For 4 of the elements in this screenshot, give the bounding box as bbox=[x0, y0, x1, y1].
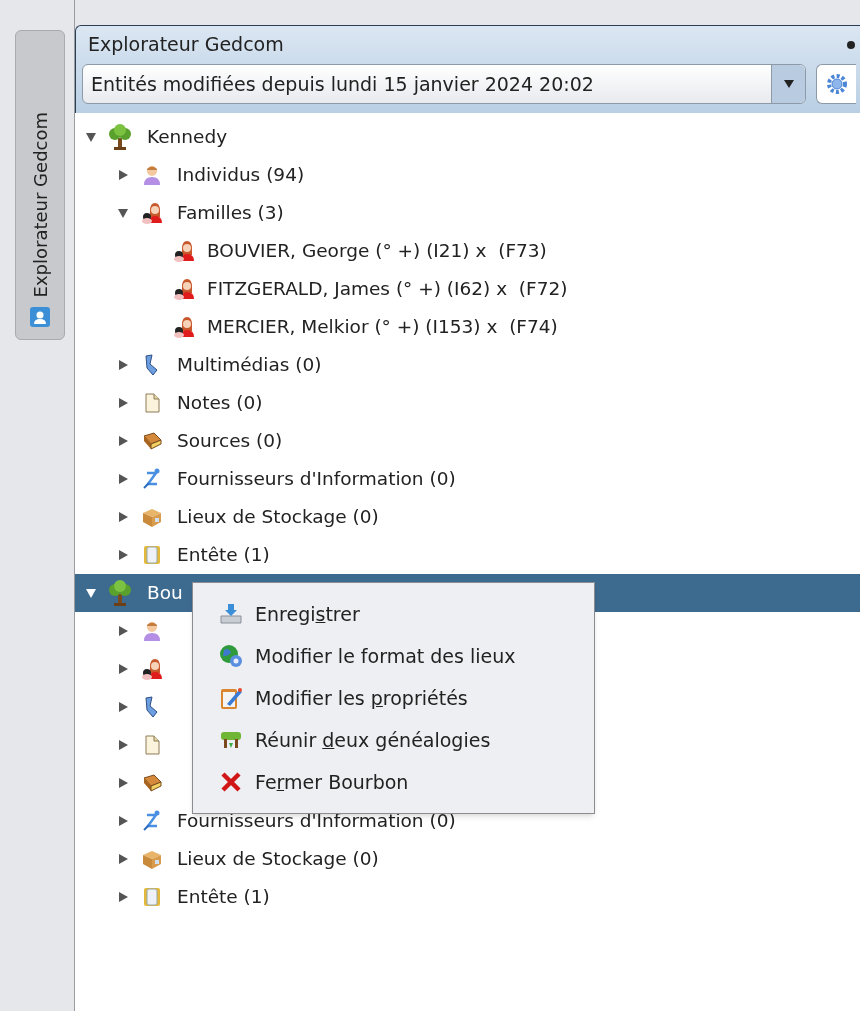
tree-label: Kennedy bbox=[147, 125, 228, 150]
tree-label: Bou bbox=[147, 581, 183, 606]
panel-title: Explorateur Gedcom bbox=[88, 32, 285, 58]
side-tab-label: Explorateur Gedcom bbox=[28, 111, 52, 297]
